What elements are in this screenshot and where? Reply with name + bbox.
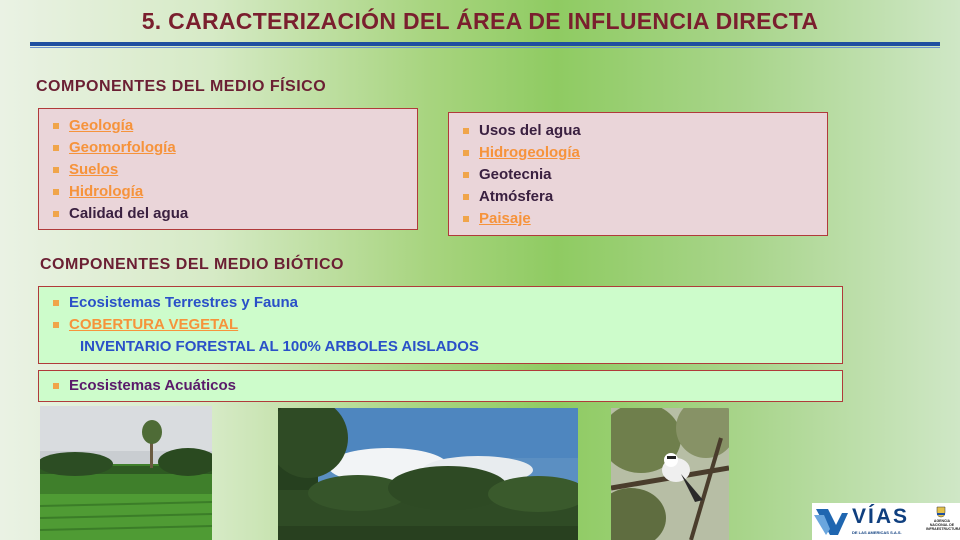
bullet-icon (463, 150, 469, 156)
slide-title: 5. CARACTERIZACIÓN DEL ÁREA DE INFLUENCI… (141, 8, 819, 34)
title-rule-thin (30, 47, 940, 48)
section-heading-fisico: COMPONENTES DEL MEDIO FÍSICO (36, 78, 327, 95)
item-geotecnia: Geotecnia (479, 166, 552, 183)
bullet-icon (53, 300, 59, 306)
list-item[interactable]: Paisaje (449, 208, 827, 230)
biotico-box: Ecosistemas Terrestres y Fauna COBERTURA… (38, 286, 843, 364)
list-item: Geotecnia (449, 164, 827, 186)
link-paisaje[interactable]: Paisaje (479, 210, 531, 227)
list-item[interactable]: Suelos (39, 159, 417, 181)
logo-brand-sub: DE LAS AMERICAS S.A.S. (852, 530, 902, 535)
link-geomorfologia[interactable]: Geomorfología (69, 139, 176, 156)
item-inventario-forestal: INVENTARIO FORESTAL AL 100% ARBOLES AISL… (80, 338, 479, 355)
item-ecosistemas-acuaticos: Ecosistemas Acuáticos (69, 377, 237, 394)
bullet-icon (463, 172, 469, 178)
logo-brand: VÍAS (852, 505, 910, 528)
list-item: Ecosistemas Terrestres y Fauna (39, 292, 842, 314)
photo-bird (611, 408, 729, 540)
field-photo-image (40, 406, 212, 540)
fisico-box-right: Usos del agua Hidrogeología Geotecnia At… (448, 112, 828, 236)
fisico-box-left: Geología Geomorfología Suelos Hidrología… (38, 108, 418, 230)
list-item: Calidad del agua (39, 203, 417, 225)
list-item: Ecosistemas Acuáticos (39, 375, 842, 397)
item-ecosistemas-terrestres: Ecosistemas Terrestres y Fauna (69, 294, 299, 311)
item-calidad-agua: Calidad del agua (69, 205, 189, 222)
agency-seal-icon (936, 506, 946, 518)
title-rule (30, 42, 940, 46)
list-item[interactable]: Hidrología (39, 181, 417, 203)
link-cobertura-vegetal[interactable]: COBERTURA VEGETAL (69, 316, 238, 333)
list-item[interactable]: Geomorfología (39, 137, 417, 159)
list-item[interactable]: Geología (39, 115, 417, 137)
list-item: Usos del agua (449, 120, 827, 142)
link-suelos[interactable]: Suelos (69, 161, 118, 178)
section-heading-biotico: COMPONENTES DEL MEDIO BIÓTICO (40, 256, 344, 273)
bullet-icon (463, 194, 469, 200)
bullet-icon (463, 216, 469, 222)
bullet-icon (53, 167, 59, 173)
link-hidrologia[interactable]: Hidrología (69, 183, 143, 200)
item-usos-agua: Usos del agua (479, 122, 581, 139)
agency-name: AGENCIA NACIONAL DE INFRAESTRUCTURA (926, 519, 960, 531)
logo-area: VÍAS DE LAS AMERICAS S.A.S. AGENCIA NACI… (812, 503, 960, 540)
bullet-icon (53, 145, 59, 151)
aquatic-box: Ecosistemas Acuáticos (38, 370, 843, 402)
list-item[interactable]: COBERTURA VEGETAL (39, 314, 842, 336)
bullet-icon (53, 211, 59, 217)
link-geologia[interactable]: Geología (69, 117, 133, 134)
item-atmosfera: Atmósfera (479, 188, 554, 205)
bullet-icon (53, 322, 59, 328)
list-item: INVENTARIO FORESTAL AL 100% ARBOLES AISL… (39, 336, 842, 358)
bullet-icon (53, 123, 59, 129)
forest-photo-image (278, 408, 578, 540)
bird-photo-image (611, 408, 729, 540)
bullet-icon (53, 189, 59, 195)
photo-forest (278, 408, 578, 540)
bullet-icon (463, 128, 469, 134)
list-item[interactable]: Hidrogeología (449, 142, 827, 164)
link-hidrogeologia[interactable]: Hidrogeología (479, 144, 580, 161)
bullet-icon (53, 383, 59, 389)
list-item: Atmósfera (449, 186, 827, 208)
photo-field (40, 406, 212, 540)
